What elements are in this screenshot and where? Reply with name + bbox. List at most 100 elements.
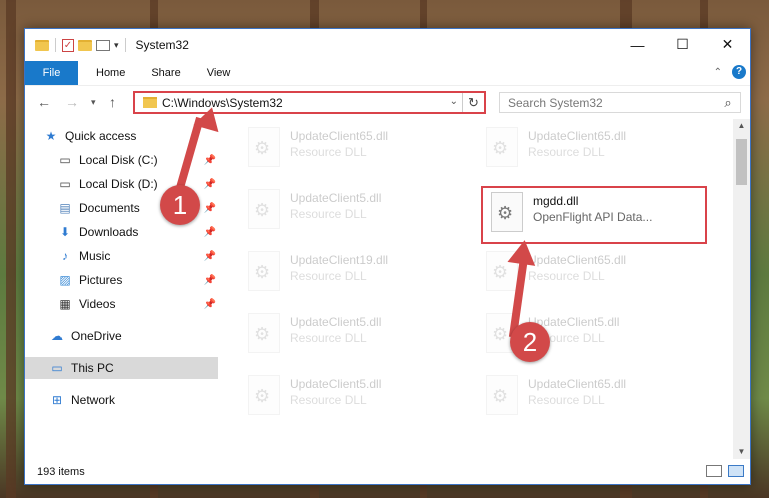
close-button[interactable]: ✕ [705,29,750,60]
computer-icon: ▭ [51,361,63,375]
refresh-icon[interactable]: ↻ [462,93,484,112]
tab-file[interactable]: File [25,61,78,85]
file-name: UpdateClient5.dll [290,191,382,205]
pin-icon: 📌 [203,274,216,286]
folder-icon [143,97,157,108]
sidebar-item-videos[interactable]: ▦ Videos 📌 [25,293,218,315]
file-name: UpdateClient65.dll [528,377,627,391]
pin-icon: 📌 [203,226,216,238]
file-item-mgdd[interactable]: mgdd.dll OpenFlight API Data... [481,186,707,244]
file-item[interactable]: UpdateClient19.dll Resource DLL [240,247,470,299]
sidebar-item-label: Documents [79,201,140,215]
tab-home[interactable]: Home [78,61,138,85]
properties-check-icon[interactable]: ✓ [62,38,74,52]
sidebar-item-this-pc[interactable]: ▭ This PC [25,357,218,379]
sidebar-item-downloads[interactable]: ⬇ Downloads 📌 [25,221,218,243]
dll-file-icon [486,375,518,415]
file-item[interactable]: UpdateClient65.dll Resource DLL [478,371,708,423]
file-name: UpdateClient65.dll [290,129,389,143]
scroll-down-icon[interactable]: ▼ [733,445,750,459]
file-name: UpdateClient65.dll [528,253,627,267]
music-icon: ♪ [62,249,68,263]
sidebar-item-label: Quick access [65,129,137,143]
tiles-view-icon[interactable] [728,465,744,477]
toolbar-divider [55,38,56,52]
pin-icon: 📌 [203,250,216,262]
download-icon: ⬇ [59,225,71,239]
minimize-button[interactable]: — [615,29,660,60]
navigation-bar: ← → ▾ ↑ C:\Windows\System32 ⌄ ↻ Search S… [25,85,750,119]
sidebar-item-pictures[interactable]: ▨ Pictures 📌 [25,269,218,291]
help-icon[interactable]: ? [732,65,746,79]
pictures-icon: ▨ [59,273,71,287]
file-item[interactable]: UpdateClient65.dll Resource DLL [240,123,470,175]
callout-badge-2: 2 [510,322,550,362]
chevron-down-icon[interactable]: ⌄ [450,96,458,107]
sidebar-item-label: This PC [71,361,114,375]
sidebar-item-label: OneDrive [71,329,122,343]
drive-icon: ▭ [59,153,71,167]
sidebar-item-label: Pictures [79,273,123,287]
file-description: Resource DLL [290,331,367,345]
file-description: Resource DLL [528,393,605,407]
forward-arrow-icon[interactable]: → [65,94,79,110]
up-arrow-icon[interactable]: ↑ [109,94,116,110]
window-title: System32 [135,38,189,52]
file-name: mgdd.dll [533,194,579,208]
file-item[interactable]: UpdateClient5.dll Resource DLL [240,371,470,423]
details-view-icon[interactable] [706,465,722,477]
scroll-thumb[interactable] [736,139,747,185]
dll-file-icon [248,189,280,229]
file-description: Resource DLL [290,269,367,283]
pin-icon: 📌 [203,178,216,190]
chevron-down-icon[interactable]: ▾ [114,40,119,51]
address-path[interactable]: C:\Windows\System32 [162,96,283,110]
address-bar[interactable]: C:\Windows\System32 ⌄ ↻ [133,91,486,114]
item-count: 193 items [37,466,85,478]
file-item[interactable]: UpdateClient5.dll Resource DLL [240,309,470,361]
file-item[interactable]: UpdateClient5.dll Resource DLL [240,185,470,237]
sidebar-item-label: Local Disk (C:) [79,153,158,167]
collapse-ribbon-icon[interactable]: ⌃ [714,67,722,78]
back-arrow-icon[interactable]: ← [37,94,51,110]
sidebar-item-network[interactable]: ⊞ Network [25,389,218,411]
vertical-scrollbar[interactable]: ▲ ▼ [733,119,750,459]
file-description: Resource DLL [290,145,367,159]
pin-icon: 📌 [203,154,216,166]
sidebar-item-label: Downloads [79,225,139,239]
pin-icon: 📌 [203,298,216,310]
file-description: Resource DLL [528,269,605,283]
toolbar-divider [124,38,126,52]
recent-locations-chevron-icon[interactable]: ▾ [91,97,96,108]
scroll-up-icon[interactable]: ▲ [733,119,750,133]
quick-access-toolbar: ✓ ▾ [25,38,128,52]
maximize-button[interactable]: ☐ [660,29,705,60]
file-description: Resource DLL [528,145,605,159]
file-name: UpdateClient19.dll [290,253,389,267]
file-list: UpdateClient65.dll Resource DLL UpdateCl… [240,119,736,459]
dll-file-icon [491,192,523,232]
dll-file-icon [248,313,280,353]
search-input[interactable]: Search System32 [500,96,716,110]
file-name: UpdateClient5.dll [290,315,382,329]
sidebar-item-music[interactable]: ♪ Music 📌 [25,245,218,267]
file-description: OpenFlight API Data... [533,210,653,224]
file-item[interactable]: UpdateClient65.dll Resource DLL [478,123,708,175]
sidebar-item-onedrive[interactable]: ☁ OneDrive [25,325,218,347]
callout-badge-1: 1 [160,185,200,225]
sidebar-item-label: Local Disk (D:) [79,177,158,191]
customize-icon[interactable] [96,39,110,51]
explorer-window: ✓ ▾ System32 — ☐ ✕ File Home Share View … [24,28,751,485]
search-box[interactable]: Search System32 ⌕ [499,92,741,113]
tab-share[interactable]: Share [138,61,193,85]
sidebar-item-label: Music [79,249,111,263]
videos-icon: ▦ [59,297,71,311]
new-folder-icon[interactable] [78,39,92,51]
sidebar-item-label: Network [71,393,116,407]
tab-view[interactable]: View [194,61,244,85]
navigation-pane: ★ Quick access ▭ Local Disk (C:) 📌 ▭ Loc… [25,125,220,455]
file-description: Resource DLL [290,207,367,221]
cloud-icon: ☁ [51,329,63,343]
search-icon[interactable]: ⌕ [716,95,740,111]
folder-icon[interactable] [35,39,49,51]
